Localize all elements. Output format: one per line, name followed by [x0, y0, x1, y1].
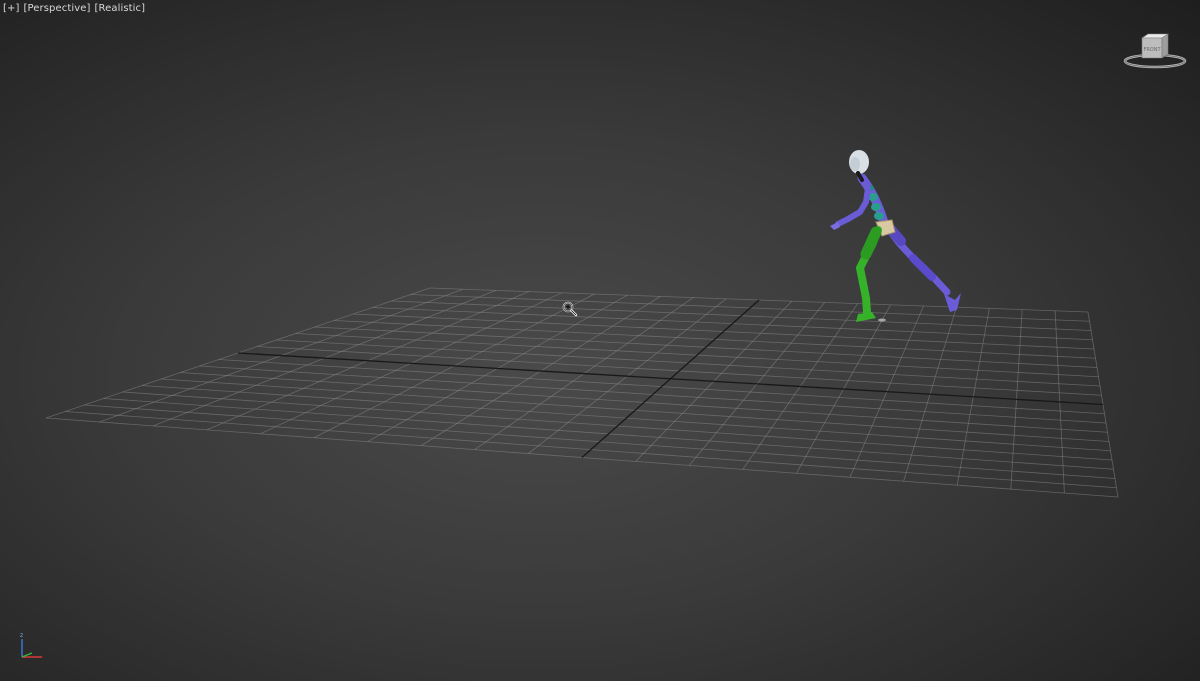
biped-left-leg[interactable]	[855, 226, 882, 322]
biped-left-arm[interactable]	[830, 185, 871, 230]
biped-right-leg[interactable]	[884, 222, 961, 312]
viewcube-icon[interactable]: FRONT	[1122, 28, 1188, 72]
axis-z-label: z	[20, 632, 23, 639]
biped-ground-contact	[878, 318, 886, 322]
home-grid	[45, 287, 1119, 498]
viewcube-face-label: FRONT	[1143, 47, 1161, 53]
biped-head[interactable]	[849, 150, 869, 182]
perspective-viewport[interactable]: [+] [Perspective] [Realistic] FRONT z	[0, 0, 1200, 681]
zoom-cursor-icon	[562, 301, 578, 317]
scene-canvas[interactable]	[0, 0, 1200, 681]
axis-tripod-icon: z	[20, 632, 42, 658]
biped-character[interactable]	[830, 150, 961, 322]
